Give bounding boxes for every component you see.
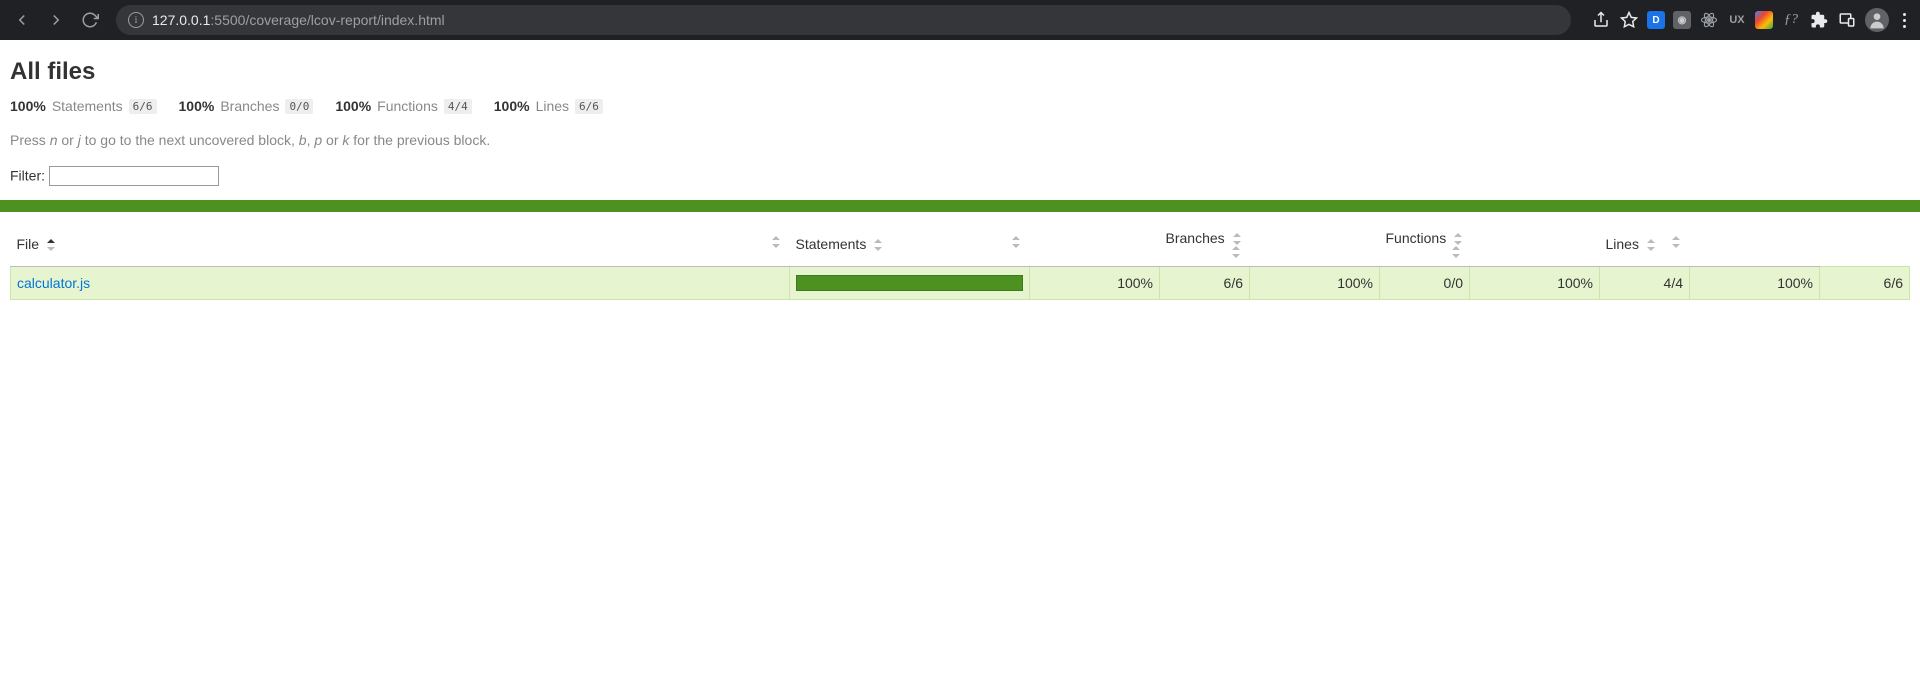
- coverage-table: File Statements Branches Functions: [10, 222, 1910, 300]
- filter-input[interactable]: [49, 166, 219, 186]
- lines-frac: 6/6: [1820, 267, 1910, 300]
- th-statements[interactable]: Statements: [790, 222, 1030, 267]
- filter-label: Filter:: [10, 168, 45, 184]
- sort-indicator-icon: [1012, 236, 1020, 248]
- extension-icon[interactable]: UX: [1727, 10, 1747, 30]
- summary-statements: 100% Statements 6/6: [10, 98, 157, 114]
- page-title: All files: [10, 58, 1910, 86]
- file-link[interactable]: calculator.js: [17, 275, 90, 291]
- sort-indicator-icon: [1452, 246, 1460, 258]
- back-button[interactable]: [8, 6, 36, 34]
- filter-row: Filter:: [10, 166, 1910, 186]
- summary-lines: 100% Lines 6/6: [494, 98, 603, 114]
- sort-indicator-icon: [1232, 246, 1240, 258]
- browser-menu-button[interactable]: [1897, 13, 1912, 28]
- sort-indicator-icon: [772, 236, 780, 248]
- statements-pct: 100%: [1030, 267, 1160, 300]
- table-row: calculator.js 100% 6/6 100% 0/0 100% 4/4…: [11, 267, 1910, 300]
- share-icon[interactable]: [1591, 10, 1611, 30]
- extension-icon[interactable]: D: [1647, 11, 1665, 29]
- reload-button[interactable]: [76, 6, 104, 34]
- statements-frac: 6/6: [1160, 267, 1250, 300]
- th-file[interactable]: File: [11, 222, 790, 267]
- extension-icon[interactable]: ◉: [1673, 11, 1691, 29]
- summary-branches: 100% Branches 0/0: [179, 98, 314, 114]
- functions-frac: 4/4: [1600, 267, 1690, 300]
- bookmark-star-icon[interactable]: [1619, 10, 1639, 30]
- extensions-puzzle-icon[interactable]: [1809, 10, 1829, 30]
- sort-indicator-icon: [874, 239, 882, 251]
- sort-indicator-icon: [1454, 233, 1462, 245]
- coverage-bar: [796, 275, 1023, 291]
- file-cell: calculator.js: [11, 267, 790, 300]
- devices-icon[interactable]: [1837, 10, 1857, 30]
- forward-button[interactable]: [42, 6, 70, 34]
- keyboard-hint: Press n or j to go to the next uncovered…: [10, 132, 1910, 148]
- functions-pct: 100%: [1470, 267, 1600, 300]
- overall-status-bar: [0, 200, 1920, 212]
- branches-pct: 100%: [1250, 267, 1380, 300]
- sort-indicator-icon: [1233, 233, 1241, 245]
- sort-indicator-icon: [1647, 239, 1655, 251]
- coverage-bar-fill: [797, 276, 1022, 290]
- th-branches[interactable]: Branches: [1160, 222, 1250, 267]
- branches-frac: 0/0: [1380, 267, 1470, 300]
- address-bar[interactable]: i 127.0.0.1:5500/coverage/lcov-report/in…: [116, 5, 1571, 35]
- site-info-icon[interactable]: i: [128, 12, 144, 28]
- react-devtools-icon[interactable]: [1699, 10, 1719, 30]
- sort-indicator-icon: [47, 239, 55, 251]
- toolbar-right: D ◉ UX ƒ?: [1583, 8, 1912, 32]
- lines-pct: 100%: [1690, 267, 1820, 300]
- browser-toolbar: i 127.0.0.1:5500/coverage/lcov-report/in…: [0, 0, 1920, 40]
- summary-functions: 100% Functions 4/4: [335, 98, 471, 114]
- coverage-report: All files 100% Statements 6/6 100% Branc…: [0, 58, 1920, 186]
- profile-avatar[interactable]: [1865, 8, 1889, 32]
- url-text: 127.0.0.1:5500/coverage/lcov-report/inde…: [152, 12, 445, 28]
- sort-indicator-icon: [1672, 236, 1680, 248]
- th-lines[interactable]: Lines: [1600, 222, 1690, 267]
- th-functions[interactable]: Functions: [1380, 222, 1470, 267]
- coverage-bar-cell: [790, 267, 1030, 300]
- extension-icon[interactable]: ƒ?: [1781, 10, 1801, 30]
- coverage-summary: 100% Statements 6/6 100% Branches 0/0 10…: [10, 98, 1910, 114]
- extension-icon[interactable]: [1755, 11, 1773, 29]
